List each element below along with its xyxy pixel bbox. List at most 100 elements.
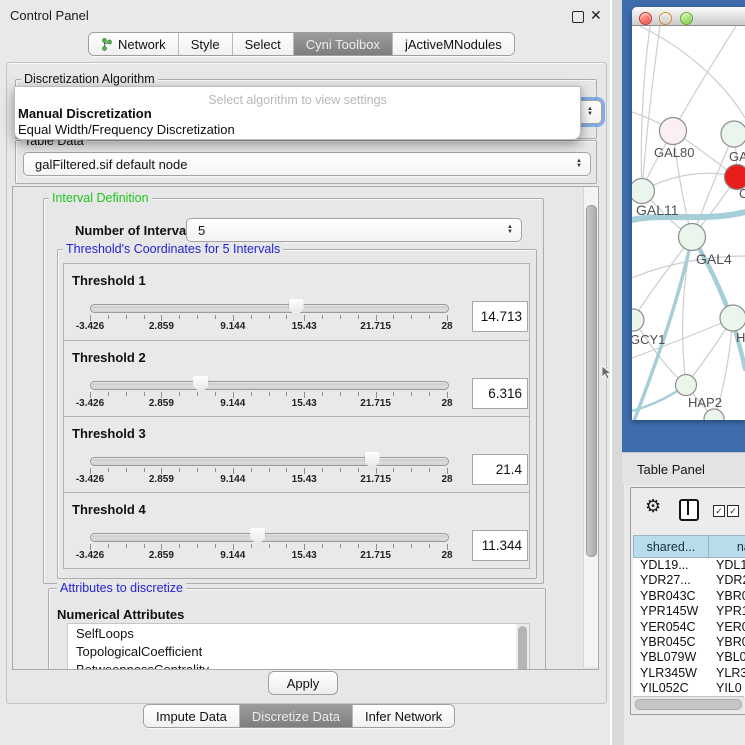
number-of-intervals-combobox[interactable]: 5 ▲▼ [186, 218, 522, 242]
table-row[interactable]: YDL19...YDL1 [633, 558, 745, 573]
numerical-attributes-list[interactable]: SelfLoopsTopologicalCoefficientBetweenne… [67, 623, 518, 670]
attributes-list-scrollbar[interactable] [516, 623, 530, 670]
table-column-header[interactable]: na [709, 535, 745, 558]
network-edge[interactable] [673, 26, 736, 131]
threshold-slider-handle[interactable] [365, 452, 380, 470]
threshold-slider-handle[interactable] [250, 528, 265, 546]
columns-icon[interactable] [679, 499, 699, 521]
slider-tick-label: 9.144 [220, 321, 245, 332]
threshold-value-field[interactable]: 6.316 [472, 378, 528, 409]
select-all-checkbox-icon[interactable]: ✓ [713, 505, 725, 517]
dropdown-option-manual-discretization[interactable]: Manual Discretization [18, 106, 558, 121]
tab-jactivemnodules[interactable]: jActiveMNodules [393, 33, 514, 55]
number-of-intervals-value: 5 [198, 223, 205, 238]
slider-tick [269, 468, 270, 472]
threshold-slider-track[interactable] [90, 304, 449, 313]
attribute-list-item[interactable]: BetweennessCentrality [68, 660, 517, 670]
slider-tick [144, 392, 145, 396]
network-window-titlebar[interactable] [632, 7, 745, 26]
attribute-list-item[interactable]: SelfLoops [68, 624, 517, 642]
network-node[interactable] [660, 118, 687, 145]
gear-icon[interactable]: ⚙ [645, 496, 661, 517]
table-row[interactable]: YDR27...YDR2 [633, 573, 745, 588]
network-edge[interactable] [641, 26, 650, 191]
table-column-header[interactable]: shared... [633, 535, 709, 558]
dropdown-option-equal-width-frequency[interactable]: Equal Width/Frequency Discretization [18, 122, 558, 137]
slider-tick [411, 392, 412, 396]
tab-network[interactable]: Network [89, 33, 179, 55]
tab-label: Select [245, 37, 281, 52]
threshold-label: Threshold 3 [72, 426, 146, 441]
float-window-icon[interactable] [572, 11, 584, 23]
tab-label: jActiveMNodules [405, 37, 502, 52]
settings-scrollbar[interactable] [583, 187, 598, 667]
algorithm-dropdown-popup: Select algorithm to view settings Manual… [14, 86, 581, 140]
footer-tab-impute-data[interactable]: Impute Data [144, 705, 240, 727]
threshold-slider-handle[interactable] [193, 376, 208, 394]
select-none-checkbox-icon[interactable]: ✓ [727, 505, 739, 517]
slider-tick [251, 544, 252, 548]
network-node[interactable] [632, 179, 655, 204]
threshold-slider-handle[interactable] [289, 299, 304, 317]
network-canvas[interactable]: GAL80GACGAL11GAL4GCY1HHAP2 [632, 26, 745, 420]
attributes-list-scroll-thumb[interactable] [518, 626, 527, 670]
threshold-slider-track[interactable] [90, 381, 449, 390]
apply-button[interactable]: Apply [268, 671, 338, 695]
network-node[interactable] [679, 224, 706, 251]
close-traffic-light[interactable] [639, 12, 652, 25]
settings-scroll-thumb[interactable] [586, 205, 597, 557]
table-hscroll-thumb[interactable] [635, 699, 742, 710]
control-panel-window: Control Panel ✕ Network Style Select Cyni T… [0, 0, 611, 745]
threshold-value-field[interactable]: 21.4 [472, 454, 528, 485]
combo-spinner-icon: ▲▼ [587, 107, 593, 117]
network-node[interactable] [720, 305, 745, 331]
tab-style[interactable]: Style [179, 33, 233, 55]
table-row[interactable]: YBL079WYBL0 [633, 650, 745, 665]
zoom-traffic-light[interactable] [680, 12, 693, 25]
network-node-label: C [739, 186, 745, 201]
tab-select[interactable]: Select [233, 33, 294, 55]
slider-tick-label: 9.144 [220, 398, 245, 409]
table-row[interactable]: YER054CYER0 [633, 620, 745, 635]
network-node[interactable] [721, 121, 745, 147]
network-edge[interactable] [642, 26, 660, 191]
table-row[interactable]: YBR045CYBR0 [633, 635, 745, 650]
table-cell: YPR145W [633, 604, 709, 619]
slider-tick-label: 15.43 [292, 474, 317, 485]
table-cell: YER054C [633, 620, 709, 635]
tab-label: Style [191, 37, 220, 52]
minimize-traffic-light[interactable] [659, 12, 672, 25]
footer-tab-infer-network[interactable]: Infer Network [353, 705, 454, 727]
table-row[interactable]: YLR345WYLR3 [633, 666, 745, 681]
slider-tick [411, 315, 412, 319]
table-row[interactable]: YPR145WYPR1 [633, 604, 745, 619]
attribute-list-item[interactable]: TopologicalCoefficient [68, 642, 517, 660]
slider-tick [286, 468, 287, 472]
tab-label: Cyni Toolbox [306, 37, 380, 52]
close-icon[interactable]: ✕ [590, 7, 602, 24]
network-edge[interactable] [642, 173, 737, 191]
table-row[interactable]: YBR043CYBR0 [633, 589, 745, 604]
table-row[interactable]: YIL052CYIL0 [633, 681, 745, 696]
footer-tab-discretize-data[interactable]: Discretize Data [240, 705, 353, 727]
slider-tick-label: 2.859 [149, 474, 174, 485]
panel-title: Control Panel [10, 8, 89, 23]
network-node[interactable] [632, 309, 644, 331]
slider-tick [286, 315, 287, 319]
table-cell: YDL1 [709, 558, 745, 573]
threshold-slider-track[interactable] [90, 533, 449, 542]
slider-tick-label: 15.43 [292, 398, 317, 409]
table-horizontal-scrollbar[interactable] [633, 696, 744, 711]
threshold-slider-track[interactable] [90, 457, 449, 466]
network-edge[interactable] [640, 26, 745, 118]
table-cell: YDR27... [633, 573, 709, 588]
table-data-combobox[interactable]: galFiltered.sif default node ▲▼ [23, 152, 591, 176]
tab-cyni-toolbox[interactable]: Cyni Toolbox [294, 33, 393, 55]
threshold-row: Threshold 2-3.4262.8599.14415.4321.71528… [64, 340, 529, 416]
slider-tick [358, 315, 359, 319]
threshold-value-field[interactable]: 14.713 [472, 301, 528, 332]
threshold-value-field[interactable]: 11.344 [472, 530, 528, 561]
table-panel-header: Table Panel [622, 452, 745, 485]
slider-tick [340, 315, 341, 319]
network-node[interactable] [676, 375, 697, 396]
